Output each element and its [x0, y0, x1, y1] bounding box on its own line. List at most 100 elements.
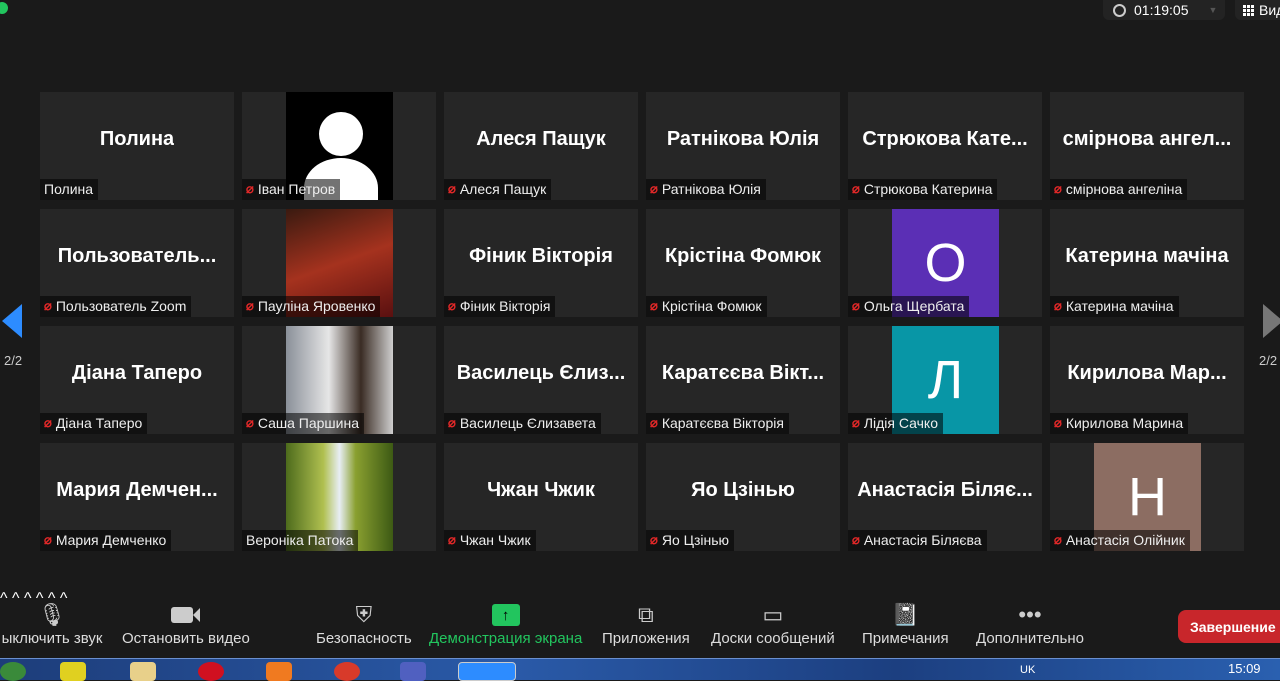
participant-display-name: Ратнікова Юлія: [666, 127, 820, 150]
muted-microphone-icon: ⌀: [852, 181, 860, 196]
participant-tile[interactable]: Крістіна Фомюк ⌀ Крістіна Фомюк: [646, 209, 840, 317]
stop-video-button[interactable]: Остановить видео: [122, 600, 250, 647]
participant-tile[interactable]: Мария Демчен... ⌀ Мария Демченко: [40, 443, 234, 551]
participant-name-label: Полина: [40, 179, 99, 200]
participant-name-label: ⌀ Крістіна Фомюк: [646, 296, 767, 317]
app-icon[interactable]: [60, 662, 86, 681]
participant-tile[interactable]: ⌀ Іван Петров: [242, 92, 436, 200]
encryption-shield-icon[interactable]: [0, 2, 8, 14]
teams-icon[interactable]: [400, 662, 426, 681]
participant-name: Анастасія Олійник: [1065, 532, 1185, 548]
participant-display-name: Алеся Пащук: [476, 127, 606, 150]
participant-name-label: ⌀ Анастасія Олійник: [1050, 530, 1190, 551]
whiteboard-icon: ▭: [762, 602, 784, 627]
participant-tile[interactable]: Стрюкова Кате... ⌀ Стрюкова Катерина: [848, 92, 1042, 200]
notes-button[interactable]: 📓 Примечания: [862, 600, 949, 647]
participant-tile[interactable]: Н ⌀ Анастасія Олійник: [1050, 443, 1244, 551]
participant-tile[interactable]: Чжан Чжик ⌀ Чжан Чжик: [444, 443, 638, 551]
end-meeting-button[interactable]: Завершение: [1178, 610, 1280, 643]
participant-tile[interactable]: О ⌀ Ольга Щербата: [848, 209, 1042, 317]
meeting-timer[interactable]: 01:19:05 ▼: [1103, 0, 1225, 20]
participant-name: Фіник Вікторія: [459, 298, 551, 314]
participant-tile[interactable]: Пользователь... ⌀ Пользователь Zoom: [40, 209, 234, 317]
participant-tile[interactable]: смірнова ангел... ⌀ смірнова ангеліна: [1050, 92, 1244, 200]
participant-tile[interactable]: Анастасія Біляє... ⌀ Анастасія Біляєва: [848, 443, 1042, 551]
security-button[interactable]: ⛨ Безопасность: [316, 600, 412, 647]
share-arrow-up-icon: ↑: [491, 604, 520, 626]
more-button[interactable]: ••• Дополнительно: [976, 600, 1084, 647]
participant-name-label: ⌀ Анастасія Біляєва: [848, 530, 987, 551]
participant-display-name: Чжан Чжик: [487, 478, 595, 501]
participant-name-label: ⌀ Катерина мачіна: [1050, 296, 1179, 317]
participant-name-label: ⌀ Пауліна Яровенко: [242, 296, 381, 317]
apps-icon: ⧉: [638, 602, 654, 627]
participant-tile[interactable]: ⌀ Саша Паршина: [242, 326, 436, 434]
firefox-icon[interactable]: [266, 662, 292, 681]
muted-microphone-icon: ⌀: [44, 532, 52, 547]
participant-name-label: ⌀ смірнова ангеліна: [1050, 179, 1188, 200]
participant-name: Стрюкова Катерина: [863, 181, 993, 197]
next-page-arrow-icon[interactable]: [1263, 304, 1280, 338]
muted-microphone-icon: ⌀: [246, 298, 254, 313]
participant-tile[interactable]: Алеся Пащук ⌀ Алеся Пащук: [444, 92, 638, 200]
participant-name-label: ⌀ Ратнікова Юлія: [646, 179, 766, 200]
participant-tile[interactable]: Катерина мачіна ⌀ Катерина мачіна: [1050, 209, 1244, 317]
whiteboards-label: Доски сообщений: [711, 630, 835, 647]
whiteboards-button[interactable]: ▭ Доски сообщений: [711, 600, 835, 647]
language-indicator[interactable]: UK: [1020, 664, 1035, 676]
muted-microphone-icon: ⌀: [852, 298, 860, 313]
participant-tile[interactable]: ⌀ Пауліна Яровенко: [242, 209, 436, 317]
participant-display-name: Крістіна Фомюк: [664, 244, 822, 267]
clock-time[interactable]: 15:09: [1228, 661, 1261, 676]
participant-name-label: ⌀ Саша Паршина: [242, 413, 364, 434]
mute-button[interactable]: 🎙 ыключить звук: [0, 600, 104, 647]
muted-microphone-icon: ⌀: [650, 298, 658, 313]
prev-page-arrow-icon[interactable]: [2, 304, 22, 338]
participant-tile[interactable]: Полина Полина: [40, 92, 234, 200]
opera-icon[interactable]: [198, 662, 224, 681]
muted-microphone-icon: ⌀: [246, 181, 254, 196]
participant-name-label: ⌀ Кирилова Марина: [1050, 413, 1189, 434]
share-label: Демонстрация экрана: [429, 630, 583, 647]
participant-name-label: ⌀ Діана Таперо: [40, 413, 148, 434]
participant-name-label: ⌀ Яо Цзінью: [646, 530, 735, 551]
participant-name-label: ⌀ Пользователь Zoom: [40, 296, 192, 317]
chrome-icon[interactable]: [334, 662, 360, 681]
grid-icon: [1243, 4, 1255, 16]
participant-tile[interactable]: Кирилова Мар... ⌀ Кирилова Марина: [1050, 326, 1244, 434]
participant-display-name: Полина: [99, 127, 175, 150]
participant-display-name: Пользователь...: [57, 244, 217, 267]
participant-display-name: Каратєєва Вікт...: [661, 361, 825, 384]
participant-display-name: Стрюкова Кате...: [862, 127, 1028, 150]
participant-tile[interactable]: Л ⌀ Лідія Сачко: [848, 326, 1042, 434]
zoom-icon[interactable]: [458, 662, 516, 681]
participant-tile[interactable]: Яо Цзінью ⌀ Яо Цзінью: [646, 443, 840, 551]
participant-tile[interactable]: Ратнікова Юлія ⌀ Ратнікова Юлія: [646, 92, 840, 200]
participant-tile[interactable]: Діана Таперо ⌀ Діана Таперо: [40, 326, 234, 434]
clock-icon: [1113, 3, 1126, 17]
chevron-down-icon[interactable]: ▼: [1209, 5, 1218, 15]
participant-tile[interactable]: Каратєєва Вікт... ⌀ Каратєєва Вікторія: [646, 326, 840, 434]
muted-microphone-icon: ⌀: [448, 415, 456, 430]
participant-name: смірнова ангеліна: [1065, 181, 1183, 197]
meeting-toolbar: 🎙 ыключить звук ^ Остановить видео ^ ⛨ Без…: [0, 590, 1280, 658]
apps-button[interactable]: ⧉ Приложения: [602, 600, 690, 647]
participant-name: Полина: [44, 181, 94, 197]
participant-name: Іван Петров: [257, 181, 336, 197]
microphone-icon: 🎙: [38, 602, 66, 627]
participant-name: Вероніка Патока: [246, 532, 354, 548]
view-button[interactable]: Вид: [1235, 0, 1280, 20]
page-indicator-right: 2/2: [1259, 353, 1278, 368]
participant-tile[interactable]: Вероніка Патока: [242, 443, 436, 551]
participant-name-label: ⌀ Алеся Пащук: [444, 179, 552, 200]
participant-display-name: смірнова ангел...: [1062, 127, 1232, 150]
folder-icon[interactable]: [130, 662, 156, 681]
start-button-icon[interactable]: [0, 662, 26, 681]
participant-tile[interactable]: Фіник Вікторія ⌀ Фіник Вікторія: [444, 209, 638, 317]
participant-name: Алеся Пащук: [459, 181, 547, 197]
participant-name: Анастасія Біляєва: [863, 532, 982, 548]
participant-name-label: ⌀ Ольга Щербата: [848, 296, 970, 317]
share-screen-button[interactable]: ↑ Демонстрация экрана: [429, 600, 582, 647]
muted-microphone-icon: ⌀: [852, 532, 860, 547]
participant-tile[interactable]: Василець Єлиз... ⌀ Василець Єлизавета: [444, 326, 638, 434]
